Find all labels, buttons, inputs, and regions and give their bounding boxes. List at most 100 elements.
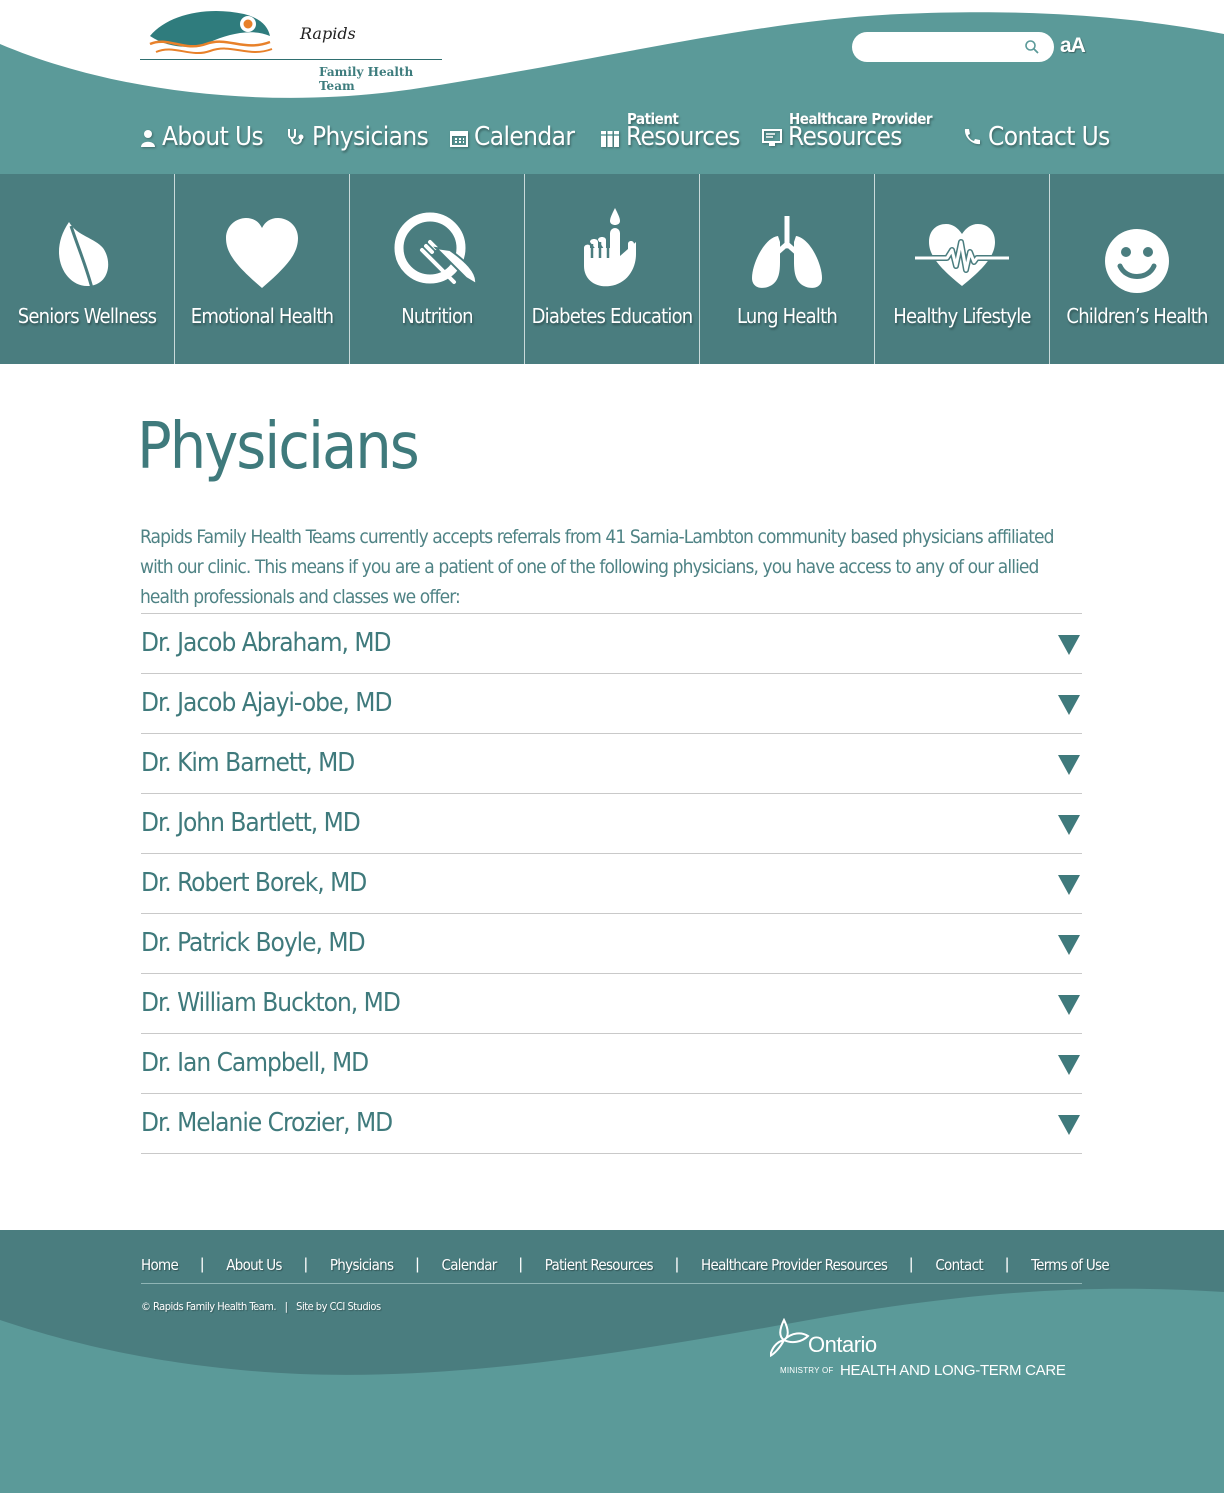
expand-arrow-icon[interactable] [1058, 1115, 1080, 1135]
tile-nutrition[interactable]: Nutrition [350, 174, 525, 364]
smiley-icon [1105, 229, 1169, 293]
ontario-ministry-logo[interactable]: Ontario MINISTRY OF HEALTH AND LONG-TERM… [770, 1318, 1086, 1380]
physician-name: Dr. Robert Borek, MD [141, 868, 367, 898]
tile-label: Emotional Health [190, 304, 334, 328]
footer-separator: | [415, 1255, 420, 1273]
footer-link-calendar[interactable]: Calendar [442, 1256, 498, 1274]
nav-label: About Us [162, 122, 264, 152]
physician-row[interactable]: Dr. John Bartlett, MD [141, 794, 1082, 854]
expand-arrow-icon[interactable] [1058, 1055, 1080, 1075]
footer-link-healthcare-provider-resources[interactable]: Healthcare Provider Resources [701, 1256, 888, 1274]
physician-name: Dr. William Buckton, MD [141, 988, 401, 1018]
site-logo[interactable]: Rapids Family Health Team [140, 8, 442, 93]
expand-arrow-icon[interactable] [1058, 635, 1080, 655]
health-topic-tiles: Seniors Wellness Emotional Health Nutrit… [0, 174, 1224, 364]
heart-icon [226, 218, 298, 288]
text-size-toggle[interactable]: aA [1060, 34, 1086, 58]
nav-label: Physicians [312, 122, 429, 152]
phone-icon [964, 129, 980, 145]
books-icon [601, 131, 619, 147]
nav-label: Calendar [474, 122, 575, 152]
tile-lung-health[interactable]: Lung Health [700, 174, 875, 364]
physician-row[interactable]: Dr. Patrick Boyle, MD [141, 914, 1082, 974]
expand-arrow-icon[interactable] [1058, 755, 1080, 775]
footer-navigation: Home | About Us | Physicians | Calendar … [141, 1248, 1110, 1284]
search-box [852, 32, 1054, 62]
footer-separator: | [284, 1300, 288, 1313]
main-navigation: About Us Physicians Calendar Patient Res… [0, 100, 1224, 170]
physician-row[interactable]: Dr. William Buckton, MD [141, 974, 1082, 1034]
stethoscope-icon [288, 129, 304, 145]
physician-row[interactable]: Dr. Melanie Crozier, MD [141, 1094, 1082, 1154]
search-input[interactable] [866, 32, 1026, 62]
tile-seniors-wellness[interactable]: Seniors Wellness [0, 174, 175, 364]
logo-name: Rapids [300, 24, 356, 43]
physician-row[interactable]: Dr. Jacob Ajayi-obe, MD [141, 674, 1082, 734]
leaf-icon [58, 222, 109, 293]
site-header: Rapids Family Health Team aA About Us Ph… [0, 0, 1224, 174]
physician-row[interactable]: Dr. Kim Barnett, MD [141, 734, 1082, 794]
tile-label: Nutrition [401, 304, 473, 328]
lungs-icon [752, 216, 822, 288]
physician-name: Dr. Kim Barnett, MD [141, 748, 355, 778]
physician-row[interactable]: Dr. Jacob Abraham, MD [141, 614, 1082, 674]
nav-about-us[interactable]: About Us [140, 122, 264, 152]
tile-label: Lung Health [737, 304, 838, 328]
physician-name: Dr. Melanie Crozier, MD [141, 1108, 393, 1138]
copyright-text: © Rapids Family Health Team. [141, 1300, 277, 1313]
tile-label: Diabetes Education [531, 304, 694, 328]
physician-name: Dr. Patrick Boyle, MD [141, 928, 366, 958]
expand-arrow-icon[interactable] [1058, 875, 1080, 895]
expand-arrow-icon[interactable] [1058, 935, 1080, 955]
site-credit-link[interactable]: Site by CCI Studios [296, 1300, 381, 1313]
person-icon [141, 130, 155, 147]
footer-separator: | [518, 1255, 523, 1273]
ontario-department-label: HEALTH AND LONG-TERM CARE [840, 1362, 1066, 1379]
footer-link-patient-resources[interactable]: Patient Resources [545, 1256, 654, 1274]
nav-label: Contact Us [988, 122, 1110, 152]
physician-name: Dr. Jacob Abraham, MD [141, 628, 392, 658]
monitor-icon [762, 129, 782, 146]
tile-childrens-health[interactable]: Children’s Health [1050, 174, 1224, 364]
physician-name: Dr. Ian Campbell, MD [141, 1048, 369, 1078]
nav-physicians[interactable]: Physicians [286, 122, 429, 152]
footer-separator: | [674, 1255, 680, 1273]
finger-drop-icon [584, 208, 636, 287]
nav-contact-us[interactable]: Contact Us [962, 122, 1110, 152]
heartbeat-icon [915, 224, 1009, 286]
tile-emotional-health[interactable]: Emotional Health [175, 174, 350, 364]
ontario-ministry-label: MINISTRY OF [780, 1366, 834, 1375]
expand-arrow-icon[interactable] [1058, 695, 1080, 715]
nav-healthcare-provider-resources[interactable]: Healthcare Provider Resources [762, 110, 933, 152]
plate-fork-knife-icon [394, 212, 478, 286]
calendar-icon [450, 131, 468, 147]
nav-patient-resources[interactable]: Patient Resources [600, 110, 740, 152]
tile-label: Healthy Lifestyle [893, 304, 1031, 328]
physician-row[interactable]: Dr. Ian Campbell, MD [141, 1034, 1082, 1094]
tile-label: Children’s Health [1066, 304, 1208, 328]
physician-name: Dr. John Bartlett, MD [141, 808, 361, 838]
tile-diabetes-education[interactable]: Diabetes Education [525, 174, 700, 364]
footer-separator: | [200, 1255, 205, 1273]
footer-link-terms-of-use[interactable]: Terms of Use [1031, 1256, 1110, 1274]
footer-link-contact[interactable]: Contact [935, 1256, 983, 1274]
footer-link-home[interactable]: Home [141, 1256, 179, 1274]
expand-arrow-icon[interactable] [1058, 995, 1080, 1015]
nav-calendar[interactable]: Calendar [450, 122, 575, 152]
footer-link-about-us[interactable]: About Us [226, 1256, 282, 1274]
search-icon[interactable] [1024, 39, 1040, 55]
copyright-line: © Rapids Family Health Team. | Site by C… [141, 1300, 381, 1313]
footer-separator: | [1004, 1255, 1010, 1273]
footer-link-physicians[interactable]: Physicians [330, 1256, 394, 1274]
physician-accordion: Dr. Jacob Abraham, MD Dr. Jacob Ajayi-ob… [141, 613, 1082, 1154]
physician-row[interactable]: Dr. Robert Borek, MD [141, 854, 1082, 914]
footer-separator: | [909, 1255, 914, 1273]
footer-separator: | [303, 1255, 308, 1273]
tile-healthy-lifestyle[interactable]: Healthy Lifestyle [875, 174, 1050, 364]
physician-name: Dr. Jacob Ajayi-obe, MD [141, 688, 392, 718]
nav-sup-label: Healthcare Provider [789, 110, 933, 128]
expand-arrow-icon[interactable] [1058, 815, 1080, 835]
logo-subtitle: Family Health Team [319, 65, 414, 93]
page-title: Physicians [137, 410, 420, 484]
tile-label: Seniors Wellness [17, 304, 157, 328]
